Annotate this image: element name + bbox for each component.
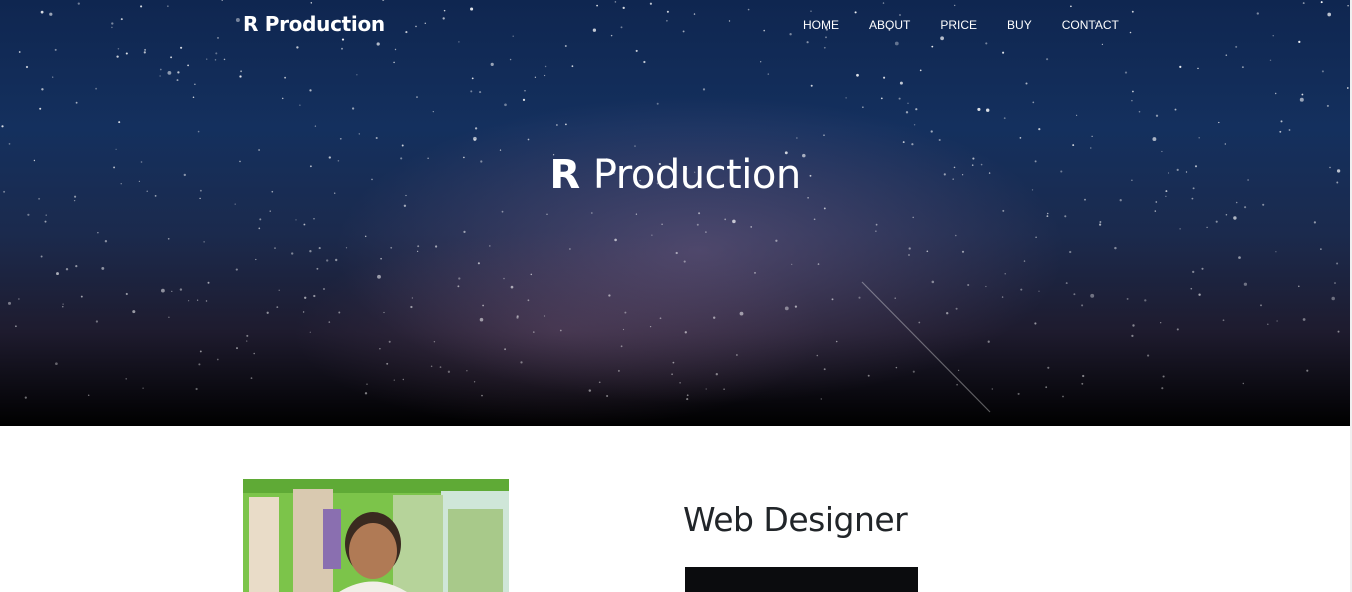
video-player[interactable]: [685, 567, 918, 592]
about-heading: Web Designer: [683, 500, 908, 539]
nav-buy[interactable]: BUY: [992, 17, 1047, 33]
nav-home[interactable]: HOME: [788, 17, 854, 33]
brand-logo[interactable]: R Production: [243, 12, 385, 36]
hero-section: R Production HOME ABOUT PRICE BUY CONTAC…: [0, 0, 1350, 426]
hero-title-bold: R: [549, 152, 581, 198]
nav-contact[interactable]: CONTACT: [1047, 17, 1134, 33]
hero-title-rest: Production: [592, 152, 801, 198]
nav-about[interactable]: ABOUT: [854, 17, 925, 33]
profile-photo: [243, 479, 509, 592]
starfield-background: [1, 0, 1349, 413]
main-nav: HOME ABOUT PRICE BUY CONTACT: [788, 17, 1134, 33]
hero-title: R Production: [0, 152, 1350, 198]
nav-price[interactable]: PRICE: [925, 17, 992, 33]
